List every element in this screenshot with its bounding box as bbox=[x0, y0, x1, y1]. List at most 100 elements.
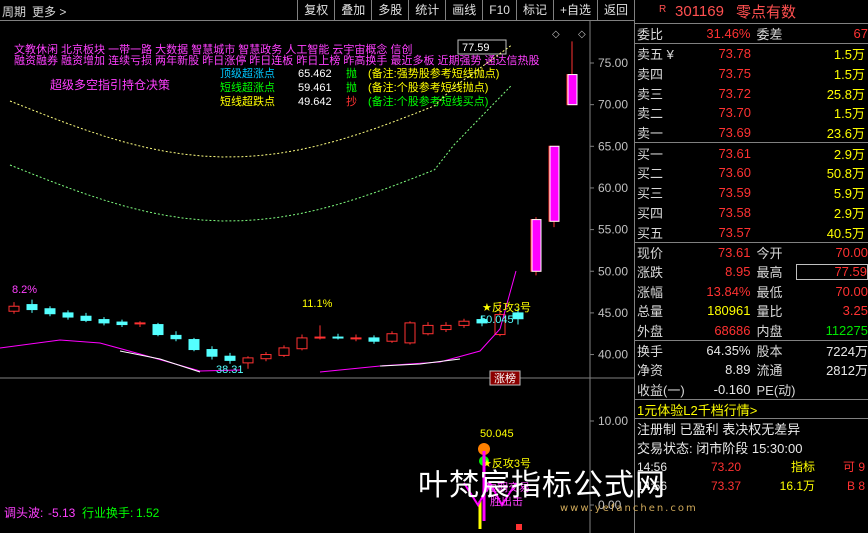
fundamental-stats: 换手 64.35% 股本 7224万 净资 8.89 流通 2812万 收益(一) -0.160 P… bbox=[635, 341, 868, 400]
toolbar-button-2[interactable]: 多股 bbox=[371, 0, 408, 21]
toolbar-button-7[interactable]: +自选 bbox=[552, 0, 597, 21]
fund-value: -0.160 bbox=[713, 381, 751, 397]
quote-value: 70.00 bbox=[835, 283, 868, 299]
ytick-label: 45.00 bbox=[598, 306, 628, 320]
ask-label: 卖二 bbox=[637, 106, 664, 122]
weibi-label: 委比 bbox=[637, 27, 664, 42]
bid-volume: 2.9万 bbox=[833, 205, 865, 221]
candle-body bbox=[224, 355, 236, 361]
candle-body bbox=[26, 304, 38, 311]
ask-price: 73.70 bbox=[718, 105, 751, 121]
tag-list: 融资融券 融资增加 连续亏损 两年新股 昨日涨停 昨日连板 昨日上榜 昨高换手 … bbox=[14, 53, 540, 67]
fund-label: 股本 bbox=[756, 344, 783, 360]
trade-ticks: 14:56 73.20 指标可 9 14:56 73.37 16.1万 B 8 bbox=[635, 457, 868, 495]
quote-label: 涨幅 bbox=[637, 284, 664, 300]
trade-side: 可 9 bbox=[842, 460, 865, 474]
pct-label: 8.2% bbox=[12, 284, 37, 296]
quote-panel: R 301169 零点有数 委比 31.46% 委差 67 卖五 ¥ 73.78 1… bbox=[634, 0, 868, 533]
fund-label: PE(动) bbox=[756, 382, 796, 398]
chart-toolbar: 周期 更多 > 复权 叠加 多股 统计 画线 F10 标记 +自选 返回 bbox=[0, 0, 634, 21]
fund-label: 净资 bbox=[637, 363, 664, 379]
bid-row[interactable]: 买三 73.59 5.9万 bbox=[635, 183, 868, 203]
legend-value: 49.642 bbox=[298, 96, 332, 108]
ytick-label: 50.00 bbox=[598, 264, 628, 278]
ask-row[interactable]: 卖五 ¥ 73.78 1.5万 bbox=[635, 44, 868, 64]
bid-row[interactable]: 买五 73.57 40.5万 bbox=[635, 222, 868, 242]
limit-up-bar bbox=[549, 145, 560, 222]
sub-ytick-label: 10.00 bbox=[598, 414, 628, 428]
bid-label: 买四 bbox=[637, 205, 664, 221]
bid-row[interactable]: 买二 73.60 50.8万 bbox=[635, 163, 868, 183]
bid-price: 73.61 bbox=[718, 145, 751, 161]
toolbar-button-1[interactable]: 叠加 bbox=[334, 0, 371, 21]
bid-volume: 50.8万 bbox=[826, 166, 865, 182]
candle-body bbox=[368, 337, 380, 342]
ask-row[interactable]: 卖四 73.75 1.5万 bbox=[635, 64, 868, 84]
ask-label: 卖一 bbox=[637, 126, 664, 142]
ask-row[interactable]: 卖一 73.69 23.6万 bbox=[635, 123, 868, 143]
candle-body bbox=[422, 324, 434, 335]
ask-label: 卖四 bbox=[637, 67, 664, 83]
kline-chart[interactable]: 75.00 70.00 65.00 60.00 55.00 50.00 45.00 40.00… bbox=[0, 21, 634, 533]
toolbar-button-8[interactable]: 返回 bbox=[596, 0, 634, 21]
fund-row: 收益(一) -0.160 PE(动) bbox=[635, 380, 868, 399]
legend-action: 抛 bbox=[346, 66, 357, 80]
legend-value: 59.461 bbox=[298, 82, 332, 94]
candle-body bbox=[62, 312, 74, 318]
ytick-label: 60.00 bbox=[598, 181, 628, 195]
candle-body bbox=[332, 336, 344, 339]
quote-row: 外盘 68686 内盘 112275 bbox=[635, 320, 868, 339]
trade-tick-row: 14:56 73.37 16.1万 B 8 bbox=[635, 476, 868, 495]
more-button[interactable]: 更多 > bbox=[32, 3, 66, 20]
ask-row[interactable]: 卖二 73.70 1.5万 bbox=[635, 103, 868, 123]
ytick-label: 75.00 bbox=[598, 56, 628, 70]
quote-row: 涨跌 8.95 最高 77.59 bbox=[635, 262, 868, 281]
ytick-label: 55.00 bbox=[598, 223, 628, 237]
quote-label: 内盘 bbox=[756, 323, 783, 339]
quote-row: 总量 180961 量比 3.25 bbox=[635, 301, 868, 320]
fund-row: 净资 8.89 流通 2812万 bbox=[635, 360, 868, 379]
candle-body bbox=[278, 347, 290, 356]
toolbar-button-4[interactable]: 画线 bbox=[445, 0, 482, 21]
weibi-value: 31.46% bbox=[706, 26, 751, 41]
trade-volume: 指标 bbox=[790, 460, 815, 474]
toolbar-button-3[interactable]: 统计 bbox=[408, 0, 445, 21]
fund-value: 8.89 bbox=[725, 362, 751, 378]
toolbar-button-6[interactable]: 标记 bbox=[515, 0, 553, 21]
watermark-text: 叶梵宸指标公式网 bbox=[418, 468, 666, 503]
bid-volume: 2.9万 bbox=[833, 146, 865, 162]
lower-band-white bbox=[119, 350, 201, 373]
quote-value: 13.84% bbox=[706, 283, 751, 299]
promo-list: 1元体验L2千档行情> 注册制 已盈利 表决权无差异 交易状态: 闭市阶段 15:3… bbox=[635, 400, 868, 457]
l2-promo-link[interactable]: 1元体验L2千档行情> bbox=[635, 400, 868, 419]
ask-price: 73.78 bbox=[718, 46, 751, 62]
trade-tick-row: 14:56 73.20 指标可 9 bbox=[635, 457, 868, 476]
candle-body bbox=[206, 349, 218, 357]
trade-price: 73.37 bbox=[710, 478, 741, 493]
fund-label: 换手 bbox=[637, 344, 664, 360]
footer-label: 调头波: bbox=[4, 506, 43, 520]
ask-volume: 1.5万 bbox=[833, 106, 865, 122]
candle-body bbox=[44, 308, 56, 315]
ask-row[interactable]: 卖三 73.72 25.8万 bbox=[635, 83, 868, 103]
stock-name: 零点有数 bbox=[735, 4, 796, 21]
volume-bar bbox=[516, 524, 522, 530]
candle-body bbox=[314, 336, 326, 339]
quote-stats: 现价 73.61 今开 70.00 涨跌 8.95 最高 77.59 涨幅 13.84% 最低 70.… bbox=[635, 243, 868, 341]
legend-action: 抛 bbox=[346, 80, 357, 94]
period-button[interactable]: 周期 bbox=[2, 3, 26, 20]
toolbar-button-0[interactable]: 复权 bbox=[297, 0, 334, 21]
quote-row: 现价 73.61 今开 70.00 bbox=[635, 243, 868, 262]
bid-volume: 5.9万 bbox=[833, 186, 865, 202]
legend-note: (备注:强势股参考短线抛点) bbox=[368, 66, 499, 80]
legend-action: 抄 bbox=[346, 94, 357, 108]
toolbar-buttons: 复权 叠加 多股 统计 画线 F10 标记 +自选 返回 bbox=[297, 0, 634, 21]
limit-up-bar bbox=[567, 74, 578, 106]
footer-value: -5.13 bbox=[48, 506, 76, 520]
candle-body bbox=[242, 357, 254, 364]
pct-label: 11.1% bbox=[302, 298, 333, 310]
bid-row[interactable]: 买四 73.58 2.9万 bbox=[635, 203, 868, 223]
trade-side: B 8 bbox=[846, 478, 865, 493]
toolbar-button-5[interactable]: F10 bbox=[482, 0, 516, 21]
bid-row[interactable]: 买一 73.61 2.9万 bbox=[635, 143, 868, 163]
